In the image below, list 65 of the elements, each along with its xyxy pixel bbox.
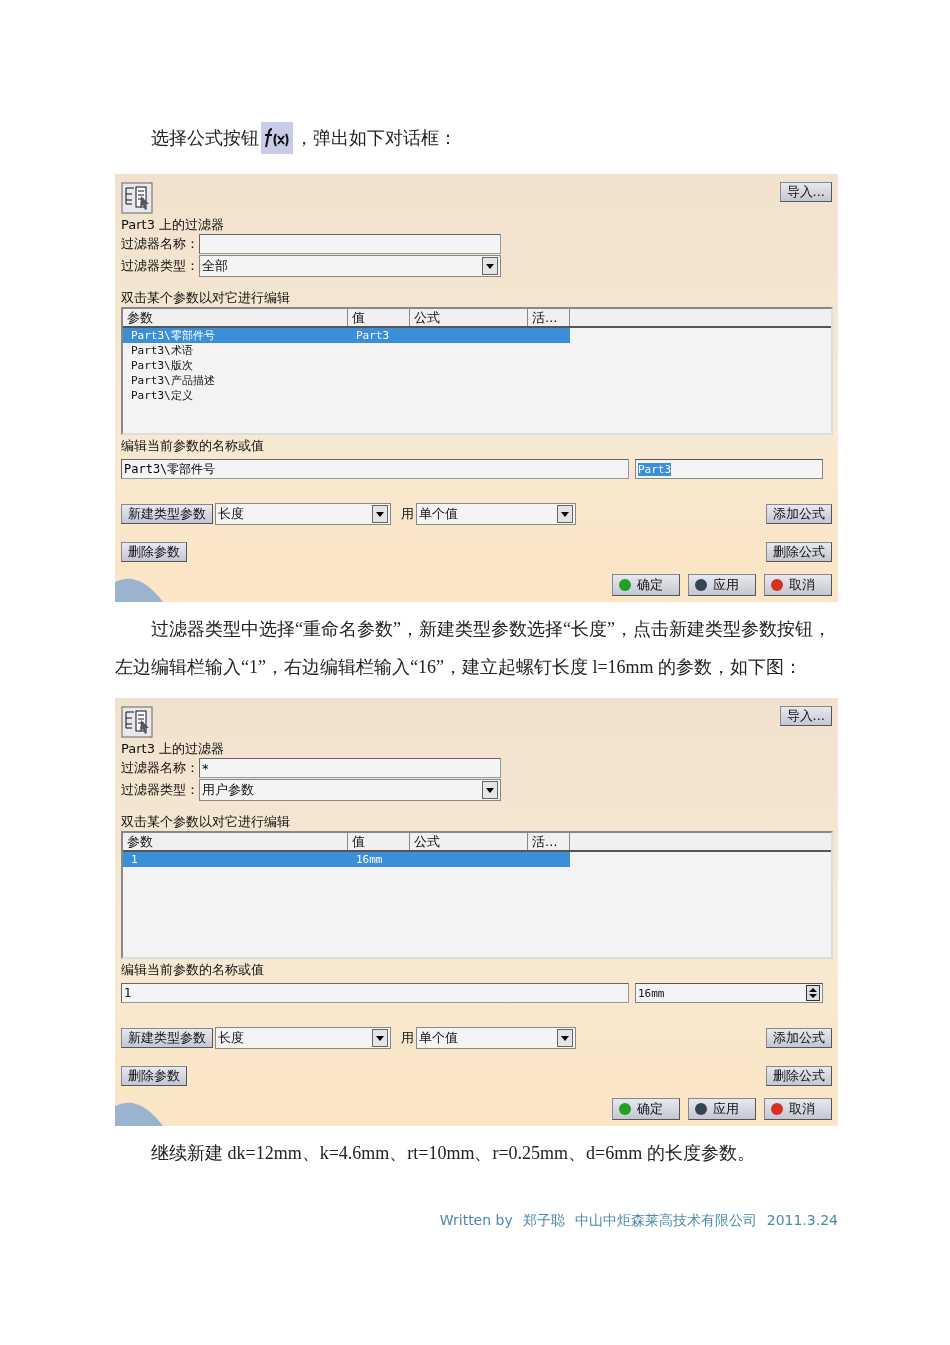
intro-text: 选择公式按钮 [151, 127, 259, 150]
delete-formula-button[interactable]: 删除公式 [766, 1066, 832, 1086]
filter-type-label: 过滤器类型： [121, 781, 199, 799]
filter-name-field[interactable]: * [199, 758, 501, 778]
globe-icon [115, 576, 163, 602]
parameter-type-dropdown[interactable]: 长度 [215, 503, 391, 525]
column-header[interactable]: 值 [348, 309, 410, 326]
new-parameter-button[interactable]: 新建类型参数 [121, 504, 213, 524]
parameter-type-dropdown[interactable]: 长度 [215, 1027, 391, 1049]
filter-type-dropdown[interactable]: 全部 [199, 255, 501, 277]
column-header[interactable]: 公式 [410, 309, 528, 326]
body-paragraph: 过滤器类型中选择“重命名参数”，新建类型参数选择“长度”，点击新建类型参数按钮，左边编辑栏输入“1”，右边编辑栏输入“16”，建立起螺钉长度 l=16mm 的参数，如下图： [115, 618, 832, 679]
import-button[interactable]: 导入... [779, 182, 832, 202]
import-button[interactable]: 导入... [779, 706, 832, 726]
parameter-name-field[interactable]: 1 [121, 983, 629, 1003]
globe-icon [115, 1100, 163, 1126]
parameter-row[interactable]: Part3\术语 [123, 343, 570, 358]
dialog-action-button[interactable]: 确定 [612, 574, 680, 596]
dialog-action-button[interactable]: 取消 [764, 574, 832, 596]
list-label: 双击某个参数以对它进行编辑 [121, 289, 291, 307]
parameter-value-field[interactable]: 16mm [635, 983, 823, 1003]
formula-button-icon [261, 122, 293, 154]
with-label: 用 [401, 1029, 414, 1047]
footer-written-by: Written by [439, 1212, 513, 1230]
filter-tree-icon[interactable] [121, 182, 153, 214]
filter-title: Part3 上的过滤器 [121, 740, 226, 758]
parameter-name-field[interactable]: Part3\零部件号 [121, 459, 629, 479]
dialog-action-button[interactable]: 应用 [688, 574, 756, 596]
value-mode-dropdown[interactable]: 单个值 [416, 503, 576, 525]
parameter-row[interactable]: Part3\定义 [123, 388, 570, 403]
with-label: 用 [401, 505, 414, 523]
dialog-action-button[interactable]: 应用 [688, 1098, 756, 1120]
column-header[interactable]: 值 [348, 833, 410, 850]
delete-parameter-button[interactable]: 删除参数 [121, 1066, 187, 1086]
delete-parameter-button[interactable]: 删除参数 [121, 542, 187, 562]
footer-date: 2011.3.24 [766, 1212, 838, 1230]
column-header[interactable]: 活... [528, 833, 570, 850]
add-formula-button[interactable]: 添加公式 [766, 504, 832, 524]
parameter-row[interactable]: Part3\产品描述 [123, 373, 570, 388]
column-header[interactable]: 活... [528, 309, 570, 326]
filter-tree-icon[interactable] [121, 706, 153, 738]
edit-label: 编辑当前参数的名称或值 [121, 437, 265, 455]
parameter-row[interactable]: Part3\版次 [123, 358, 570, 373]
column-header[interactable]: 参数 [123, 309, 348, 326]
list-label: 双击某个参数以对它进行编辑 [121, 813, 291, 831]
intro-text: ，弹出如下对话框： [295, 127, 457, 150]
body-paragraph: 继续新建 dk=12mm、k=4.6mm、rt=10mm、r=0.25mm、d=6mm 的长度参数。 [150, 1142, 756, 1165]
new-parameter-button[interactable]: 新建类型参数 [121, 1028, 213, 1048]
filter-name-field[interactable] [199, 234, 501, 254]
column-header[interactable]: 公式 [410, 833, 528, 850]
dialog-action-button[interactable]: 取消 [764, 1098, 832, 1120]
footer-author: 郑子聪 [522, 1212, 565, 1230]
value-mode-dropdown[interactable]: 单个值 [416, 1027, 576, 1049]
dialog-action-button[interactable]: 确定 [612, 1098, 680, 1120]
spinner-icon[interactable] [806, 985, 820, 1001]
column-header[interactable]: 参数 [123, 833, 348, 850]
filter-name-label: 过滤器名称： [121, 759, 199, 777]
filter-type-dropdown[interactable]: 用户参数 [199, 779, 501, 801]
edit-label: 编辑当前参数的名称或值 [121, 961, 265, 979]
filter-title: Part3 上的过滤器 [121, 216, 226, 234]
delete-formula-button[interactable]: 删除公式 [766, 542, 832, 562]
filter-name-label: 过滤器名称： [121, 235, 199, 253]
add-formula-button[interactable]: 添加公式 [766, 1028, 832, 1048]
footer-company: 中山中炬森莱高技术有限公司 [574, 1212, 757, 1230]
filter-type-label: 过滤器类型： [121, 257, 199, 275]
